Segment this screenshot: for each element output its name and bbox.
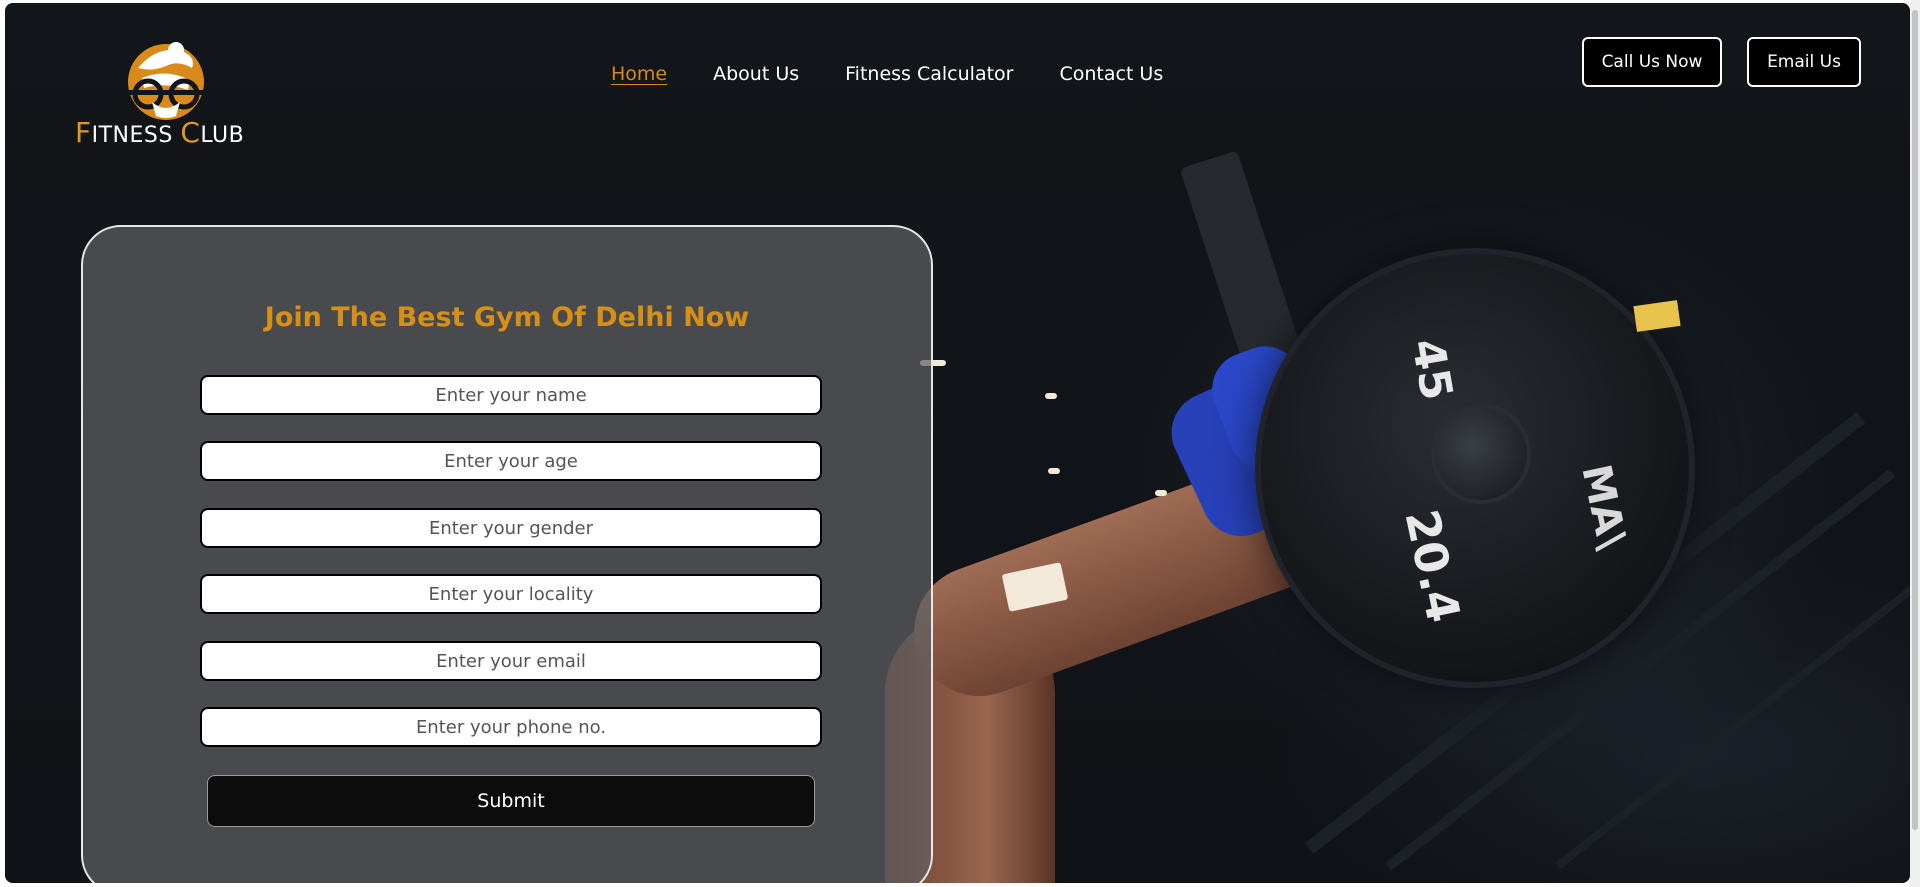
age-input[interactable] bbox=[200, 441, 822, 481]
submit-button[interactable]: Submit bbox=[207, 775, 815, 827]
locality-input[interactable] bbox=[200, 574, 822, 614]
form-title: Join The Best Gym Of Delhi Now bbox=[264, 302, 750, 333]
phone-input[interactable] bbox=[200, 707, 822, 747]
logo-wordmark: FITNESS CLUB bbox=[75, 116, 265, 149]
nav-about-us[interactable]: About Us bbox=[713, 63, 799, 85]
site-logo[interactable]: FITNESS CLUB bbox=[75, 38, 265, 153]
nav-fitness-calculator[interactable]: Fitness Calculator bbox=[845, 63, 1013, 85]
weight-plate-hub bbox=[1431, 404, 1531, 504]
email-us-button[interactable]: Email Us bbox=[1747, 37, 1861, 87]
nav-contact-us[interactable]: Contact Us bbox=[1059, 63, 1163, 85]
logo-letters: LUB bbox=[200, 123, 245, 148]
call-us-button[interactable]: Call Us Now bbox=[1582, 37, 1722, 87]
barbell-athlete-logo-icon bbox=[128, 42, 204, 120]
logo-letter: C bbox=[180, 116, 201, 149]
weight-plate: 45 20.4 MA\ bbox=[1255, 248, 1695, 688]
nav-home[interactable]: Home bbox=[611, 63, 667, 85]
main-nav: Home About Us Fitness Calculator Contact… bbox=[611, 63, 1163, 85]
ceiling-light bbox=[1045, 393, 1057, 399]
email-input[interactable] bbox=[200, 641, 822, 681]
plate-brand: MA\ bbox=[1572, 460, 1636, 554]
page-scrollbar[interactable] bbox=[1910, 0, 1920, 887]
ceiling-light bbox=[1048, 468, 1060, 474]
plate-number-top: 45 bbox=[1401, 334, 1463, 405]
join-form-card: Join The Best Gym Of Delhi Now Submit bbox=[81, 225, 933, 883]
gender-input[interactable] bbox=[200, 508, 822, 548]
ceiling-light bbox=[1155, 490, 1167, 496]
page-frame: 45 20.4 MA\ FITNESS CLUB Home About Us F… bbox=[5, 3, 1910, 883]
logo-letter: F bbox=[75, 116, 92, 149]
scrollbar-thumb[interactable] bbox=[1912, 10, 1918, 830]
name-input[interactable] bbox=[200, 375, 822, 415]
logo-letters: ITNESS bbox=[91, 123, 173, 148]
plate-number-bottom: 20.4 bbox=[1394, 504, 1471, 628]
